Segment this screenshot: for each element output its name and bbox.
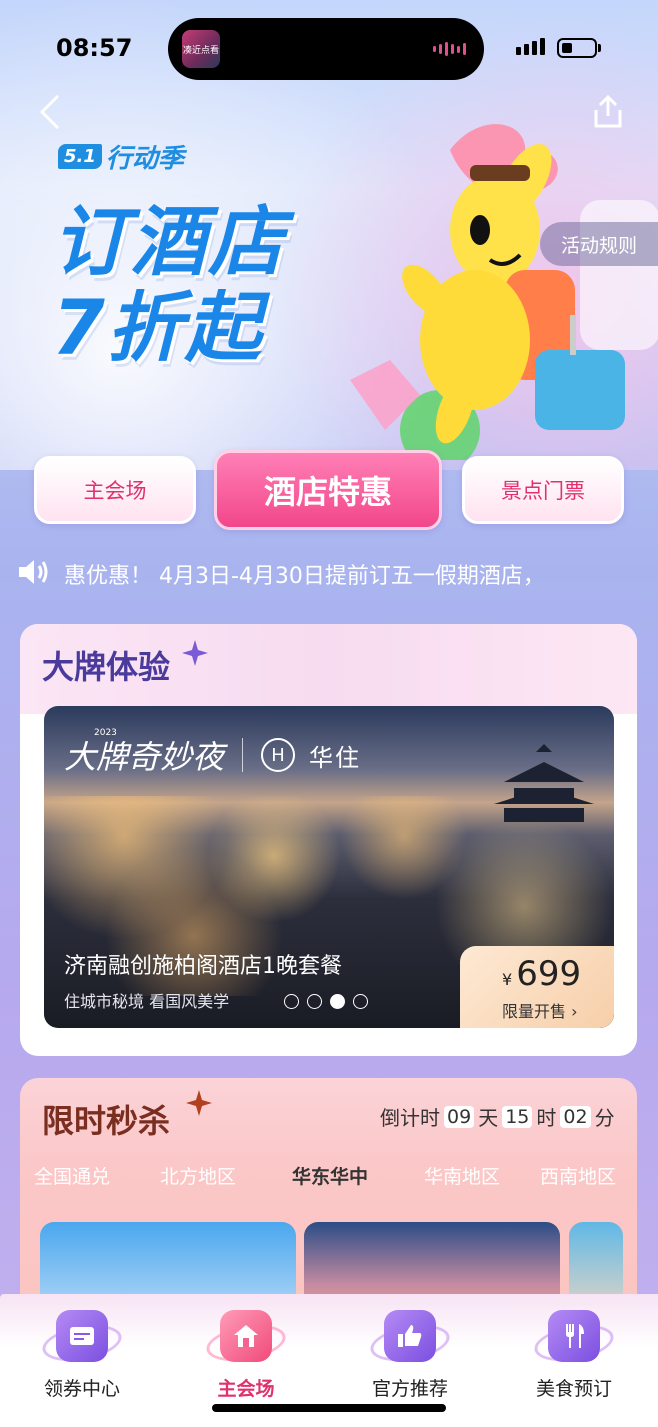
tab-icon-wrap xyxy=(367,1304,453,1368)
package-price: ¥699 xyxy=(502,954,582,994)
price-box[interactable]: ¥699 限量开售 › xyxy=(460,946,614,1028)
countdown-label: 倒计时 xyxy=(380,1106,440,1130)
tab-icon-wrap xyxy=(203,1304,289,1368)
tabbar-item-food-booking[interactable]: 美食预订 xyxy=(506,1294,626,1404)
venue-tabs: 主会场 酒店特惠 景点门票 xyxy=(0,450,658,535)
hotel-banner[interactable]: 2023 大牌奇妙夜 H 华住 济南融创施柏阁酒店1晚套餐 住城市秘境 看国风美… xyxy=(44,706,614,1028)
flash-sale-title: 限时秒杀 xyxy=(42,1102,171,1140)
sparkle-icon xyxy=(182,640,208,666)
tab-main-venue[interactable]: 主会场 xyxy=(34,456,196,524)
home-indicator[interactable] xyxy=(212,1404,446,1412)
campaign-tag: 5.1 行动季 xyxy=(58,140,184,174)
tab-label: 领券中心 xyxy=(43,1378,120,1400)
event-year: 2023 xyxy=(94,728,117,738)
fork-knife-icon xyxy=(548,1310,600,1362)
brand-experience-card: 大牌体验 2023 大牌奇妙夜 H 华住 济南融创施柏阁酒店1晚套餐 住城市秘境… xyxy=(20,624,637,1056)
region-tabs: 全国通兑 北方地区 华东华中 华南地区 西南地区 xyxy=(20,1162,637,1202)
tab-icon-wrap xyxy=(531,1304,617,1368)
signal-icon xyxy=(516,38,545,55)
region-tab[interactable]: 全国通兑 xyxy=(34,1162,110,1189)
sparkle-icon xyxy=(186,1090,212,1116)
days-unit: 天 xyxy=(478,1106,499,1130)
notice-text: 惠优惠！ 4月3日-4月30日提前订五一假期酒店， xyxy=(64,564,545,589)
tab-label-active: 主会场 xyxy=(217,1378,275,1400)
tab-label: 美食预订 xyxy=(535,1378,612,1400)
carousel-dot-active[interactable] xyxy=(330,994,345,1009)
home-icon xyxy=(220,1310,272,1362)
minutes-unit: 分 xyxy=(594,1106,615,1130)
tab-icon-wrap xyxy=(39,1304,125,1368)
carousel-dots xyxy=(284,994,368,1009)
package-subtitle: 住城市秘境 看国风美学 xyxy=(64,992,230,1011)
carousel-dot[interactable] xyxy=(307,994,322,1009)
tab-attraction-tickets[interactable]: 景点门票 xyxy=(462,456,624,524)
activity-rules-button[interactable]: 活动规则 xyxy=(540,222,658,266)
headline-line2: 7折起 xyxy=(52,283,263,372)
countdown-hours: 15 xyxy=(502,1105,533,1128)
region-tab[interactable]: 北方地区 xyxy=(160,1162,236,1189)
notice-bar[interactable]: 惠优惠！ 4月3日-4月30日提前订五一假期酒店， xyxy=(0,548,658,596)
status-time: 08:57 xyxy=(56,34,133,62)
brand-divider xyxy=(242,738,244,772)
campaign-badge: 5.1 xyxy=(58,143,102,169)
countdown-minutes: 02 xyxy=(560,1105,591,1128)
status-bar: 08:57 凑近点看 xyxy=(0,0,658,100)
thumbs-up-icon xyxy=(384,1310,436,1362)
chevron-left-icon[interactable] xyxy=(36,92,66,132)
region-tab[interactable]: 西南地区 xyxy=(540,1162,616,1189)
region-tab[interactable]: 华南地区 xyxy=(424,1162,500,1189)
tabbar-item-coupons[interactable]: 领券中心 xyxy=(14,1294,134,1404)
card-header: 大牌体验 xyxy=(20,624,637,714)
battery-icon xyxy=(557,38,597,58)
countdown-timer: 倒计时 09 天 15 时 02 分 xyxy=(380,1102,615,1131)
battery-tip xyxy=(598,44,601,52)
tab-hotel-deals[interactable]: 酒店特惠 xyxy=(214,450,442,530)
hero-banner: 08:57 凑近点看 5.1 行动季 订酒店 7折起 活动规则 xyxy=(0,0,658,470)
tabbar-item-official-picks[interactable]: 官方推荐 xyxy=(342,1294,462,1404)
brand-name: 华住 xyxy=(309,743,362,772)
package-title: 济南融创施柏阁酒店1晚套餐 xyxy=(64,954,342,979)
island-thumbnail: 凑近点看 xyxy=(182,30,220,68)
mascot-illustration xyxy=(350,124,658,460)
carousel-dot[interactable] xyxy=(284,994,299,1009)
tab-label: 官方推荐 xyxy=(371,1378,448,1400)
banner-brand-row: 2023 大牌奇妙夜 H 华住 xyxy=(64,728,362,778)
huazhu-logo-icon: H xyxy=(261,738,296,772)
limited-sale-link: 限量开售 › xyxy=(502,1002,578,1021)
region-tab-active[interactable]: 华东华中 xyxy=(292,1162,368,1189)
brand-section-title: 大牌体验 xyxy=(42,648,171,686)
dynamic-island[interactable]: 凑近点看 xyxy=(168,18,484,80)
event-title: 大牌奇妙夜 xyxy=(64,738,225,776)
countdown-days: 09 xyxy=(444,1105,475,1128)
coupon-icon xyxy=(56,1310,108,1362)
speaker-icon xyxy=(19,560,48,584)
carousel-dot[interactable] xyxy=(353,994,368,1009)
campaign-name: 行动季 xyxy=(105,143,184,174)
tabbar-item-main-venue[interactable]: 主会场 xyxy=(178,1294,298,1404)
hours-unit: 时 xyxy=(536,1106,557,1130)
audio-wave-icon xyxy=(433,42,466,56)
pagoda-silhouette xyxy=(494,744,594,822)
